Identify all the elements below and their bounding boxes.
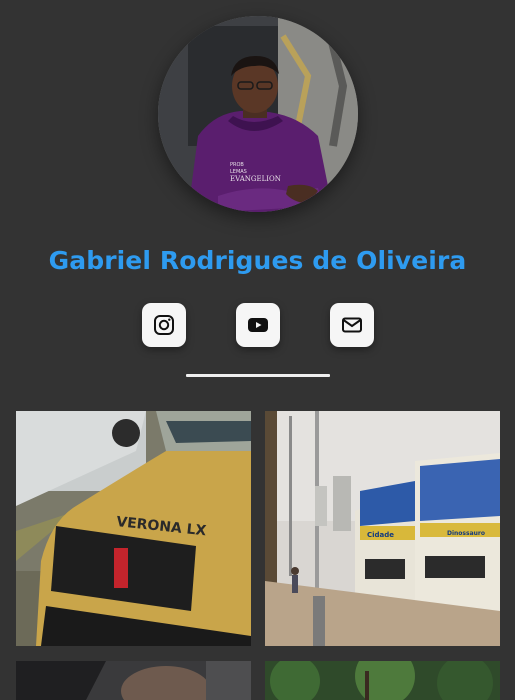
- gallery-photo[interactable]: Cidade Dinossauro: [265, 411, 500, 646]
- youtube-icon: [248, 318, 268, 332]
- shirt-text-3: EVANGELION: [230, 175, 281, 183]
- gallery-photo[interactable]: VERONA LX: [16, 411, 251, 646]
- divider: [186, 374, 330, 377]
- profile-name: Gabriel Rodrigues de Oliveira: [48, 246, 467, 275]
- instagram-button[interactable]: [142, 303, 186, 347]
- tree-photo: [265, 661, 500, 700]
- mail-icon: [342, 317, 362, 333]
- shirt-text-1: PROB: [230, 162, 244, 168]
- gallery-photo[interactable]: [16, 661, 251, 700]
- bus-sign-1: Cidade: [367, 531, 394, 539]
- bus-sign-2: Dinossauro: [447, 530, 485, 537]
- profile-page: PROB LEMAS EVANGELION Gabriel Rodrigues …: [0, 0, 515, 700]
- youtube-button[interactable]: [236, 303, 280, 347]
- avatar-photo: PROB LEMAS EVANGELION: [158, 16, 358, 212]
- bus-photo: Cidade Dinossauro: [265, 411, 500, 646]
- instagram-icon: [154, 315, 174, 335]
- email-button[interactable]: [330, 303, 374, 347]
- gallery-photo[interactable]: [265, 661, 500, 700]
- car-photo: VERONA LX: [16, 411, 251, 646]
- avatar: PROB LEMAS EVANGELION: [158, 16, 358, 212]
- dark-photo: [16, 661, 251, 700]
